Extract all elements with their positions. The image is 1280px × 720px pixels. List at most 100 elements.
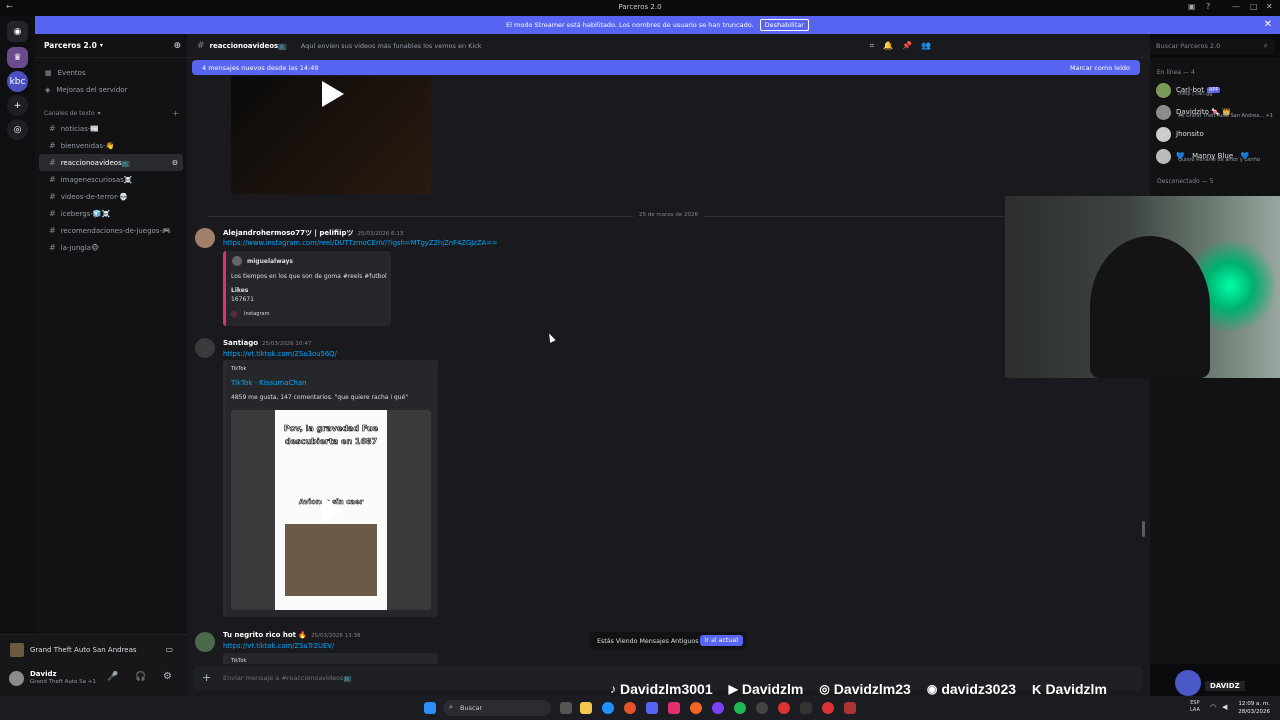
discord-handle: ◉ davidz3023 [926,681,1017,697]
tiktok-handle: ♪ Davidzlm3001 [610,681,713,697]
app-icon[interactable] [822,702,834,714]
add-channel-icon[interactable]: + [172,109,179,118]
game-icon [10,642,24,657]
mark-read-button[interactable]: Marcar como leído [1070,64,1130,72]
taskbar-search[interactable]: ⌕ Buscar [443,700,551,716]
search-input[interactable]: Buscar Parceros 2.0 ⌕ [1150,39,1274,54]
start-icon[interactable] [424,702,436,714]
add-server-icon[interactable]: + [7,95,28,116]
channel-icebergs[interactable]: # icebergs-🧊☠️ [39,205,183,222]
channel-videos-de-terror[interactable]: # videos-de-terror-💀 [39,188,183,205]
avatar[interactable] [195,228,215,248]
message-link[interactable]: https://vt.tiktok.com/ZSu3ou56Q/ [223,350,337,358]
instagram-icon: ◎ [231,310,238,318]
category-text-channels[interactable]: Canales de texto ▾ + [35,106,187,120]
app-icon[interactable] [712,702,724,714]
spotify-icon[interactable] [734,702,746,714]
clock[interactable]: 12:09 a. m. 28/03/2026 [1238,700,1270,716]
member-item[interactable]: Carl-bot APP /help | carl.gg [1156,80,1221,100]
windows-taskbar: ⌕ Buscar ESP LAA ◠ ◀ 12:09 a. m. 28/03/2026 [0,696,1280,720]
streamer-mode-banner: El modo Streamer está habilitado. Los no… [35,16,1280,34]
header-icons[interactable]: ⌗🔔📌👥 [870,41,940,51]
channel-reaccionoavideos[interactable]: # reaccionoavideos📺 ⚙ [39,154,183,171]
avatar [1156,82,1171,98]
sidebar-item-boosts[interactable]: ◈ Mejoras del servidor [35,81,187,98]
search-icon: ⌕ [1263,41,1268,50]
tiktok-embed: TikTok TikTok · KissumaChan 4859 me gust… [223,360,438,617]
kick-icon: K [1032,681,1042,697]
gear-icon[interactable]: ⚙ [163,671,172,682]
disable-button[interactable]: Deshabilitar [759,19,809,31]
avatar[interactable] [9,671,24,686]
play-icon[interactable] [322,497,344,523]
avatar [1156,148,1171,164]
discord-home-icon[interactable]: ◉ [7,21,28,42]
message-author[interactable]: Santiago 25/03/2026 10:47 [223,339,311,347]
channel-topic[interactable]: Aquí envíen sus videos más funables los … [301,42,482,50]
inbox-icon[interactable]: ▣ [1188,2,1196,11]
app-icon[interactable] [668,702,680,714]
close-icon[interactable]: ✕ [1266,2,1273,11]
message-author[interactable]: Tu negrito rico hot 🔥 25/03/2026 13:38 [223,631,360,639]
avatar[interactable] [195,338,215,358]
hash-icon: # [49,158,56,167]
language-indicator[interactable]: ESP LAA [1190,700,1200,714]
scrollbar[interactable] [1142,521,1145,537]
server-header[interactable]: Parceros 2.0 ▾ ⊕ [35,34,187,58]
app-icon[interactable] [756,702,768,714]
member-item[interactable]: Jhonsito [1156,124,1204,144]
app-icon[interactable] [624,702,636,714]
edge-icon[interactable] [602,702,614,714]
minimize-icon[interactable]: — [1232,2,1240,11]
hash-icon: # [49,141,56,150]
server-rail: ◉ ♛ kbc + ◎ [0,16,35,696]
member-item[interactable]: 💙 ⠀Manny Blue ⠀💙 Quiero Renarte de amor … [1156,146,1260,166]
app-icon[interactable] [778,702,790,714]
date-divider: 25 de marzo de 2026 [207,212,1130,218]
maximize-icon[interactable]: □ [1250,2,1258,11]
member-item[interactable]: Davidzito 🍬 👑 🎮 Grand Theft Auto San And… [1156,102,1273,122]
search-icon: ⌕ [449,703,453,711]
webcam-overlay [1005,196,1280,378]
channel-settings-icon[interactable]: ⚙ [172,159,178,167]
invite-icon[interactable]: ⊕ [173,41,181,51]
instagram-embed: miguelalways Los tiempos en los que son … [223,251,391,326]
microphone-icon[interactable]: 🎤 [107,672,118,682]
explore-icon[interactable]: ◎ [7,119,28,140]
app-icon[interactable] [800,702,812,714]
channel-imagenescuriosas[interactable]: # imagenescuriosas☠️ [39,171,183,188]
youtube-handle: ▶ Davidzlm [728,681,804,697]
wifi-icon[interactable]: ◠ [1210,703,1216,711]
help-icon[interactable]: ? [1206,2,1210,11]
avatar[interactable] [195,632,215,652]
server-icon-parceros[interactable]: ♛ [7,47,28,68]
activity-panel[interactable]: Grand Theft Auto San Andreas ▭ [0,634,187,664]
volume-icon[interactable]: ◀ [1222,703,1227,711]
channel-recomendaciones[interactable]: # recomendaciones-de-juegos-🎮 [39,222,183,239]
activity-toggle-icon[interactable]: ▭ [165,645,173,654]
app-icon[interactable] [844,702,856,714]
discord-taskbar-icon[interactable] [646,702,658,714]
sidebar-item-events[interactable]: ▦ Eventos [35,64,187,81]
play-icon[interactable] [322,81,344,107]
close-banner-icon[interactable]: ✕ [1264,19,1272,30]
hash-icon: # [49,209,56,218]
new-messages-bar[interactable]: 4 mensajes nuevos desde las 14:49 Marcar… [192,60,1140,75]
add-attachment-icon[interactable]: + [202,671,211,684]
message-link[interactable]: https://www.instagram.com/reel/DUTTzmoCE… [223,239,498,247]
file-explorer-icon[interactable] [580,702,592,714]
message-link[interactable]: https://vt.tiktok.com/ZSuTr2UEV/ [223,642,334,650]
server-icon-kbc[interactable]: kbc [7,71,28,92]
channel-la-jungla[interactable]: # la-jungla🐵 [39,239,183,256]
streamer-logo: DAVIDZ [1175,668,1260,698]
video-preview[interactable]: Pov, la gravedad Fue descubierta en 1687… [231,410,431,610]
chevron-down-icon: ▾ [99,42,103,49]
message-author[interactable]: Alejandrohermoso77ツ | pelifiipツ 25/03/202… [223,228,403,238]
jump-present-button[interactable]: Ir al actual [699,635,743,646]
channel-noticias[interactable]: # noticias-📰 [39,120,183,137]
channel-bienvenidas[interactable]: # bienvenidas-👋 [39,137,183,154]
video-preview[interactable] [231,76,431,194]
task-view-icon[interactable] [560,702,572,714]
app-icon[interactable] [690,702,702,714]
headphones-icon[interactable]: 🎧 [135,672,146,682]
